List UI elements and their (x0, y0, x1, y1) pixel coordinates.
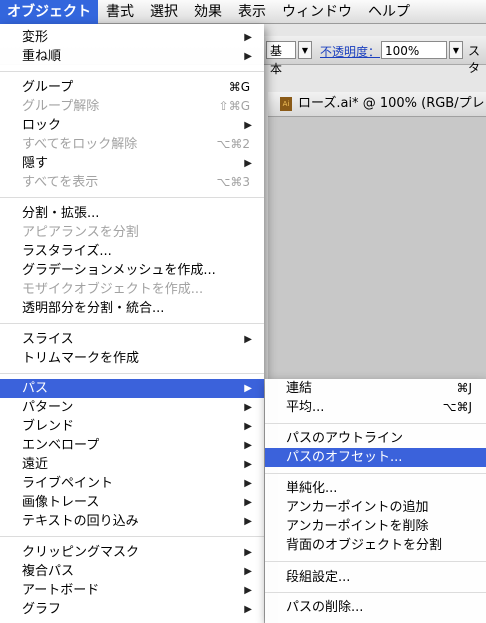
menu-item-flatten-transparency[interactable]: 透明部分を分割・統合... (0, 299, 264, 318)
menu-object[interactable]: オブジェクト (0, 0, 98, 24)
menu-item-perspective[interactable]: 遠近 ▶ (0, 455, 264, 474)
path-submenu: 連結 ⌘J 平均... ⌥⌘J パスのアウトライン パスのオフセット... 単純化.… (265, 379, 486, 623)
menu-help[interactable]: ヘルプ (360, 0, 418, 24)
menu-item-path[interactable]: パス ▶ (0, 379, 264, 398)
submenu-arrow-icon: ▶ (244, 604, 252, 615)
style-dropdown-arrow-icon[interactable]: ▼ (298, 41, 312, 59)
menu-item-create-object-mosaic: モザイクオブジェクトを作成... (22, 282, 204, 297)
menu-item-expand-appearance: アピアランスを分割 (22, 225, 139, 240)
submenu-arrow-icon: ▶ (244, 334, 252, 345)
menu-item-clipping-mask[interactable]: クリッピングマスク ▶ (0, 543, 264, 562)
submenu-item-average[interactable]: 平均... ⌥⌘J (265, 398, 486, 417)
menu-separator (265, 592, 486, 593)
menu-separator (0, 323, 264, 324)
submenu-arrow-icon: ▶ (244, 585, 252, 596)
submenu-arrow-icon: ▶ (244, 459, 252, 470)
menu-effect[interactable]: 効果 (186, 0, 230, 24)
menu-item-lock[interactable]: ロック ▶ (0, 116, 264, 135)
submenu-item-add-anchor-points[interactable]: アンカーポイントの追加 (265, 498, 486, 517)
menu-window[interactable]: ウィンドウ (274, 0, 360, 24)
object-menu: 変形 ▶ 重ね順 ▶ グループ ⌘G グループ解除 ⇧⌘G ロック ▶ すべてをロック解除… (0, 24, 264, 623)
menu-bar: オブジェクト 書式 選択 効果 表示 ウィンドウ ヘルプ (0, 0, 486, 24)
menu-item-ungroup: グループ解除 ⇧⌘G (22, 99, 250, 114)
opacity-dropdown-arrow-icon[interactable]: ▼ (449, 41, 463, 59)
submenu-arrow-icon: ▶ (244, 51, 252, 62)
menu-item-transform[interactable]: 変形 ▶ (0, 28, 264, 47)
menu-select[interactable]: 選択 (142, 0, 186, 24)
submenu-arrow-icon: ▶ (244, 497, 252, 508)
submenu-arrow-icon: ▶ (244, 158, 252, 169)
menu-item-hide[interactable]: 隠す ▶ (0, 154, 264, 173)
opacity-label[interactable]: 不透明度： (320, 43, 380, 60)
menu-separator (0, 197, 264, 198)
menu-view[interactable]: 表示 (230, 0, 274, 24)
menu-item-expand[interactable]: 分割・拡張... (0, 204, 264, 223)
opacity-input[interactable]: 100% (381, 41, 447, 59)
submenu-arrow-icon: ▶ (244, 547, 252, 558)
menu-separator (0, 373, 264, 374)
submenu-item-join[interactable]: 連結 ⌘J (265, 379, 486, 398)
menu-item-image-trace[interactable]: 画像トレース ▶ (0, 493, 264, 512)
submenu-item-outline-stroke[interactable]: パスのアウトライン (265, 429, 486, 448)
menu-separator (265, 561, 486, 562)
menu-item-arrange[interactable]: 重ね順 ▶ (0, 47, 264, 66)
menu-separator (265, 473, 486, 474)
menu-item-text-wrap[interactable]: テキストの回り込み ▶ (0, 512, 264, 531)
menu-item-live-paint[interactable]: ライブペイント ▶ (0, 474, 264, 493)
menu-separator (0, 536, 264, 537)
menu-item-artboards[interactable]: アートボード ▶ (0, 581, 264, 600)
menu-item-graph[interactable]: グラフ ▶ (0, 600, 264, 619)
submenu-item-split-into-grid[interactable]: 段組設定... (265, 568, 486, 587)
submenu-arrow-icon: ▶ (244, 440, 252, 451)
menu-type[interactable]: 書式 (98, 0, 142, 24)
style-label: スタ (468, 44, 481, 75)
submenu-arrow-icon: ▶ (244, 402, 252, 413)
document-title: ローズ.ai* @ 100% (RGB/プレビ (298, 96, 486, 111)
ai-file-icon: Ai (280, 96, 292, 111)
menu-separator (0, 71, 264, 72)
submenu-arrow-icon: ▶ (244, 516, 252, 527)
menu-item-rasterize[interactable]: ラスタライズ... (0, 242, 264, 261)
submenu-item-divide-objects-below[interactable]: 背面のオブジェクトを分割 (265, 536, 486, 555)
menu-separator (265, 423, 486, 424)
menu-item-unlock-all: すべてをロック解除 ⌥⌘2 (22, 137, 250, 152)
submenu-arrow-icon: ▶ (244, 120, 252, 131)
menu-item-slice[interactable]: スライス ▶ (0, 330, 264, 349)
submenu-arrow-icon: ▶ (244, 421, 252, 432)
menu-item-show-all: すべてを表示 ⌥⌘3 (22, 175, 250, 190)
submenu-item-remove-anchor-points[interactable]: アンカーポイントを削除 (265, 517, 486, 536)
menu-item-blend[interactable]: ブレンド ▶ (0, 417, 264, 436)
style-select[interactable]: 基本 (266, 41, 296, 76)
menu-item-pattern[interactable]: パターン ▶ (0, 398, 264, 417)
document-tab[interactable]: Ai ローズ.ai* @ 100% (RGB/プレビ (268, 92, 486, 117)
menu-item-create-trim-marks[interactable]: トリムマークを作成 (0, 349, 264, 368)
submenu-item-simplify[interactable]: 単純化... (265, 479, 486, 498)
menu-item-create-gradient-mesh[interactable]: グラデーションメッシュを作成... (0, 261, 264, 280)
submenu-arrow-icon: ▶ (244, 478, 252, 489)
menu-item-envelope[interactable]: エンベロープ ▶ (0, 436, 264, 455)
menu-item-compound-path[interactable]: 複合パス ▶ (0, 562, 264, 581)
submenu-item-offset-path[interactable]: パスのオフセット... (265, 448, 486, 467)
submenu-arrow-icon: ▶ (244, 383, 252, 394)
menu-item-group[interactable]: グループ ⌘G (0, 78, 264, 97)
submenu-item-clean-up[interactable]: パスの削除... (265, 598, 486, 617)
submenu-arrow-icon: ▶ (244, 566, 252, 577)
submenu-arrow-icon: ▶ (244, 32, 252, 43)
